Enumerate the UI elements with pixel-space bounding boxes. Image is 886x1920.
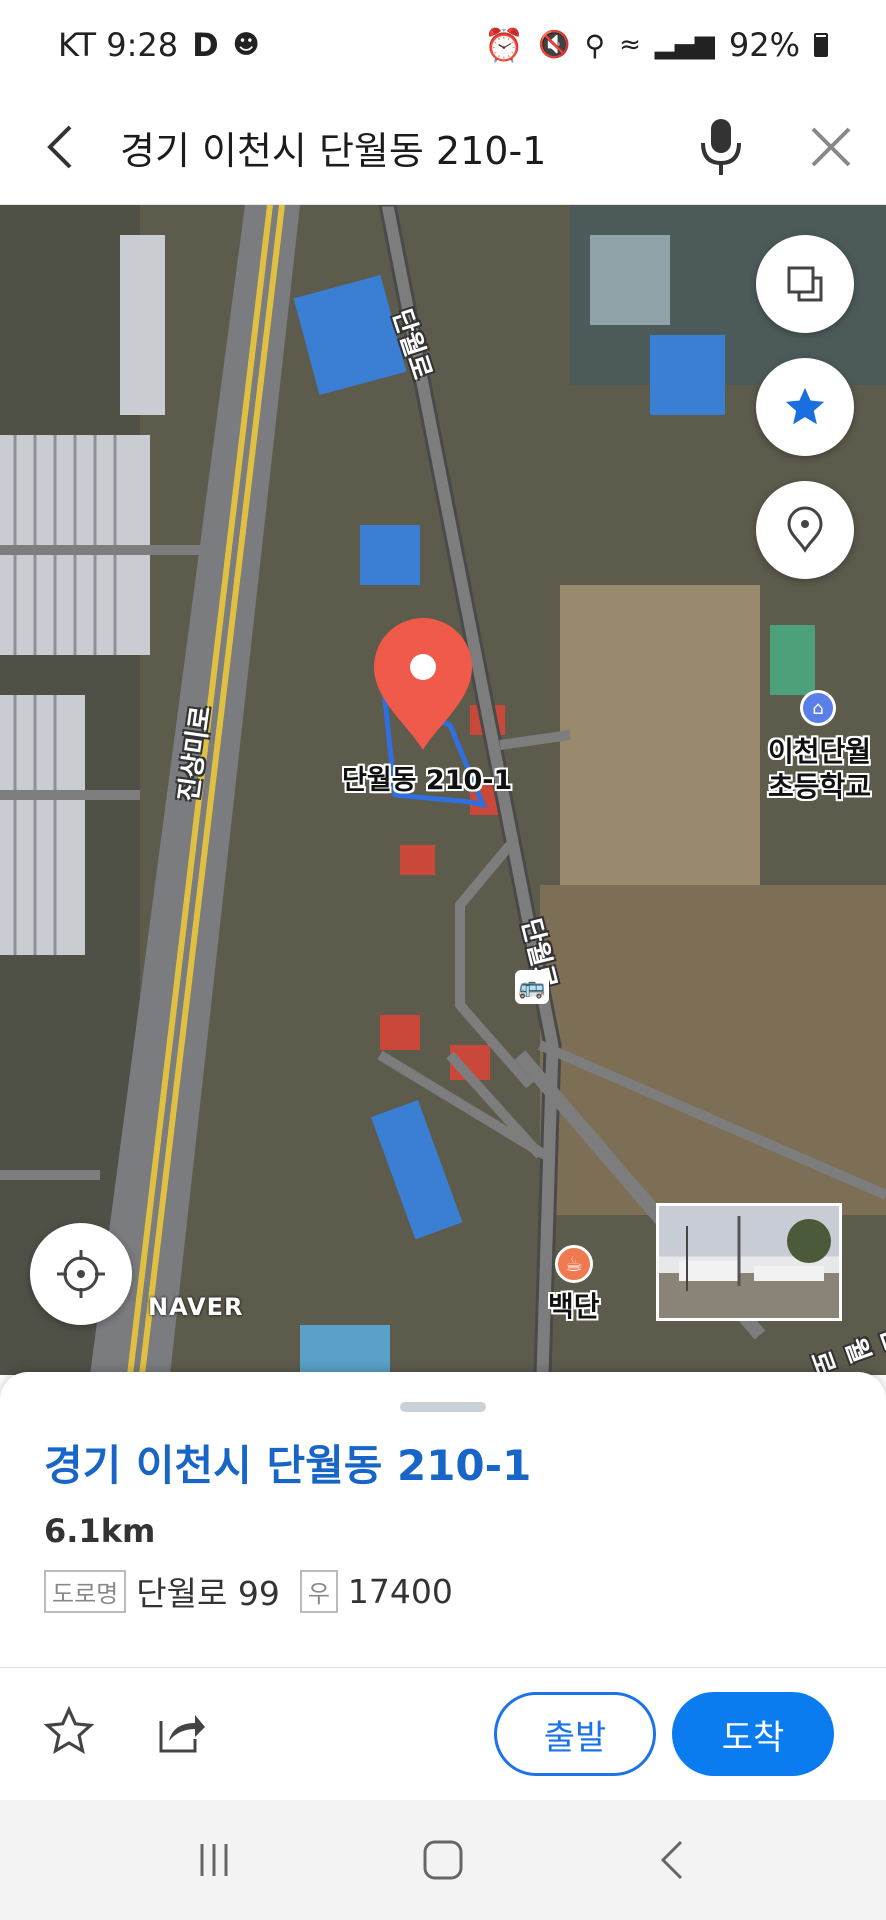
app-icon: ☻ xyxy=(232,30,260,60)
map-pin-outline-icon xyxy=(787,506,823,553)
status-right: ⏰ 🔇 ⚲ ≈ ▂▄▆ 92% xyxy=(484,26,828,64)
school-label-line2[interactable]: 초등학교 xyxy=(768,765,871,805)
place-marker-button[interactable] xyxy=(756,481,854,579)
home-button[interactable] xyxy=(403,1830,483,1890)
place-title: 경기 이천시 단월동 210-1 xyxy=(44,1441,532,1490)
mute-icon: 🔇 xyxy=(538,30,571,60)
chevron-left-icon xyxy=(660,1840,682,1880)
layers-icon xyxy=(787,266,823,302)
share-icon xyxy=(159,1715,205,1753)
voice-search-button[interactable] xyxy=(666,90,776,205)
satellite-map[interactable]: 단월로 진상미로 단월로 단월로 🚌 ⌂ 이천단월 초등학교 ☕ 백단 단월동 … xyxy=(0,205,886,1375)
road-address: 단월로 99 xyxy=(136,1574,280,1613)
current-location-button[interactable] xyxy=(30,1223,132,1325)
alarm-icon: ⏰ xyxy=(484,26,525,64)
arrive-button[interactable]: 도착 xyxy=(672,1692,834,1776)
recent-apps-button[interactable] xyxy=(174,1830,254,1890)
distance: 6.1km xyxy=(44,1512,156,1550)
microphone-icon xyxy=(701,119,741,175)
system-nav-bar xyxy=(0,1800,886,1920)
school-label-line1[interactable]: 이천단월 xyxy=(768,730,871,770)
postal-tag: 우 xyxy=(299,1569,338,1613)
battery-level: 92% xyxy=(728,26,800,64)
cafe-icon[interactable]: ☕ xyxy=(555,1245,593,1283)
search-bar: 경기 이천시 단월동 210-1 xyxy=(0,90,886,205)
bus-stop-icon[interactable]: 🚌 xyxy=(515,970,549,1004)
share-button[interactable] xyxy=(146,1696,216,1766)
wifi-icon: ≈ xyxy=(619,30,641,60)
street-view-thumbnail[interactable] xyxy=(656,1203,842,1321)
poi-label-baekdan[interactable]: 백단 xyxy=(548,1285,600,1325)
recent-apps-icon xyxy=(200,1844,228,1876)
layers-button[interactable] xyxy=(756,235,854,333)
system-back-button[interactable] xyxy=(632,1830,712,1890)
sheet-drag-handle[interactable] xyxy=(400,1402,486,1412)
star-icon xyxy=(785,387,825,425)
status-left: KT 9:28 D ☻ xyxy=(58,26,260,64)
search-input[interactable]: 경기 이천시 단월동 210-1 xyxy=(120,120,666,175)
notification-icon: D xyxy=(192,26,219,64)
pin-label: 단월동 210-1 xyxy=(342,765,513,796)
school-icon[interactable]: ⌂ xyxy=(800,690,836,726)
postal-code: 17400 xyxy=(347,1571,453,1611)
clear-search-button[interactable] xyxy=(776,90,886,205)
battery-icon xyxy=(814,33,828,57)
action-bar: 출발 도착 xyxy=(0,1668,886,1800)
back-button[interactable] xyxy=(0,90,120,205)
street-view-image xyxy=(679,1216,831,1291)
close-icon xyxy=(811,127,851,167)
place-info-sheet: 경기 이천시 단월동 210-1 6.1km 도로명 단월로 99 우 1740… xyxy=(0,1372,886,1800)
road-address-tag: 도로명 xyxy=(44,1569,127,1613)
depart-button[interactable]: 출발 xyxy=(494,1692,656,1776)
location-pin-icon[interactable] xyxy=(368,615,478,755)
location-icon: ⚲ xyxy=(584,28,606,62)
carrier-time: KT 9:28 xyxy=(58,26,179,64)
signal-icon: ▂▄▆ xyxy=(654,30,715,60)
save-button[interactable] xyxy=(34,1696,104,1766)
crosshair-icon xyxy=(57,1250,105,1298)
favorite-button[interactable] xyxy=(756,358,854,456)
naver-watermark: NAVER xyxy=(148,1293,244,1321)
star-outline-icon xyxy=(43,1705,95,1754)
address-row: 도로명 단월로 99 우 17400 xyxy=(44,1567,453,1615)
status-bar: KT 9:28 D ☻ ⏰ 🔇 ⚲ ≈ ▂▄▆ 92% xyxy=(0,0,886,90)
back-arrow-icon xyxy=(47,125,72,169)
home-icon xyxy=(423,1840,463,1880)
